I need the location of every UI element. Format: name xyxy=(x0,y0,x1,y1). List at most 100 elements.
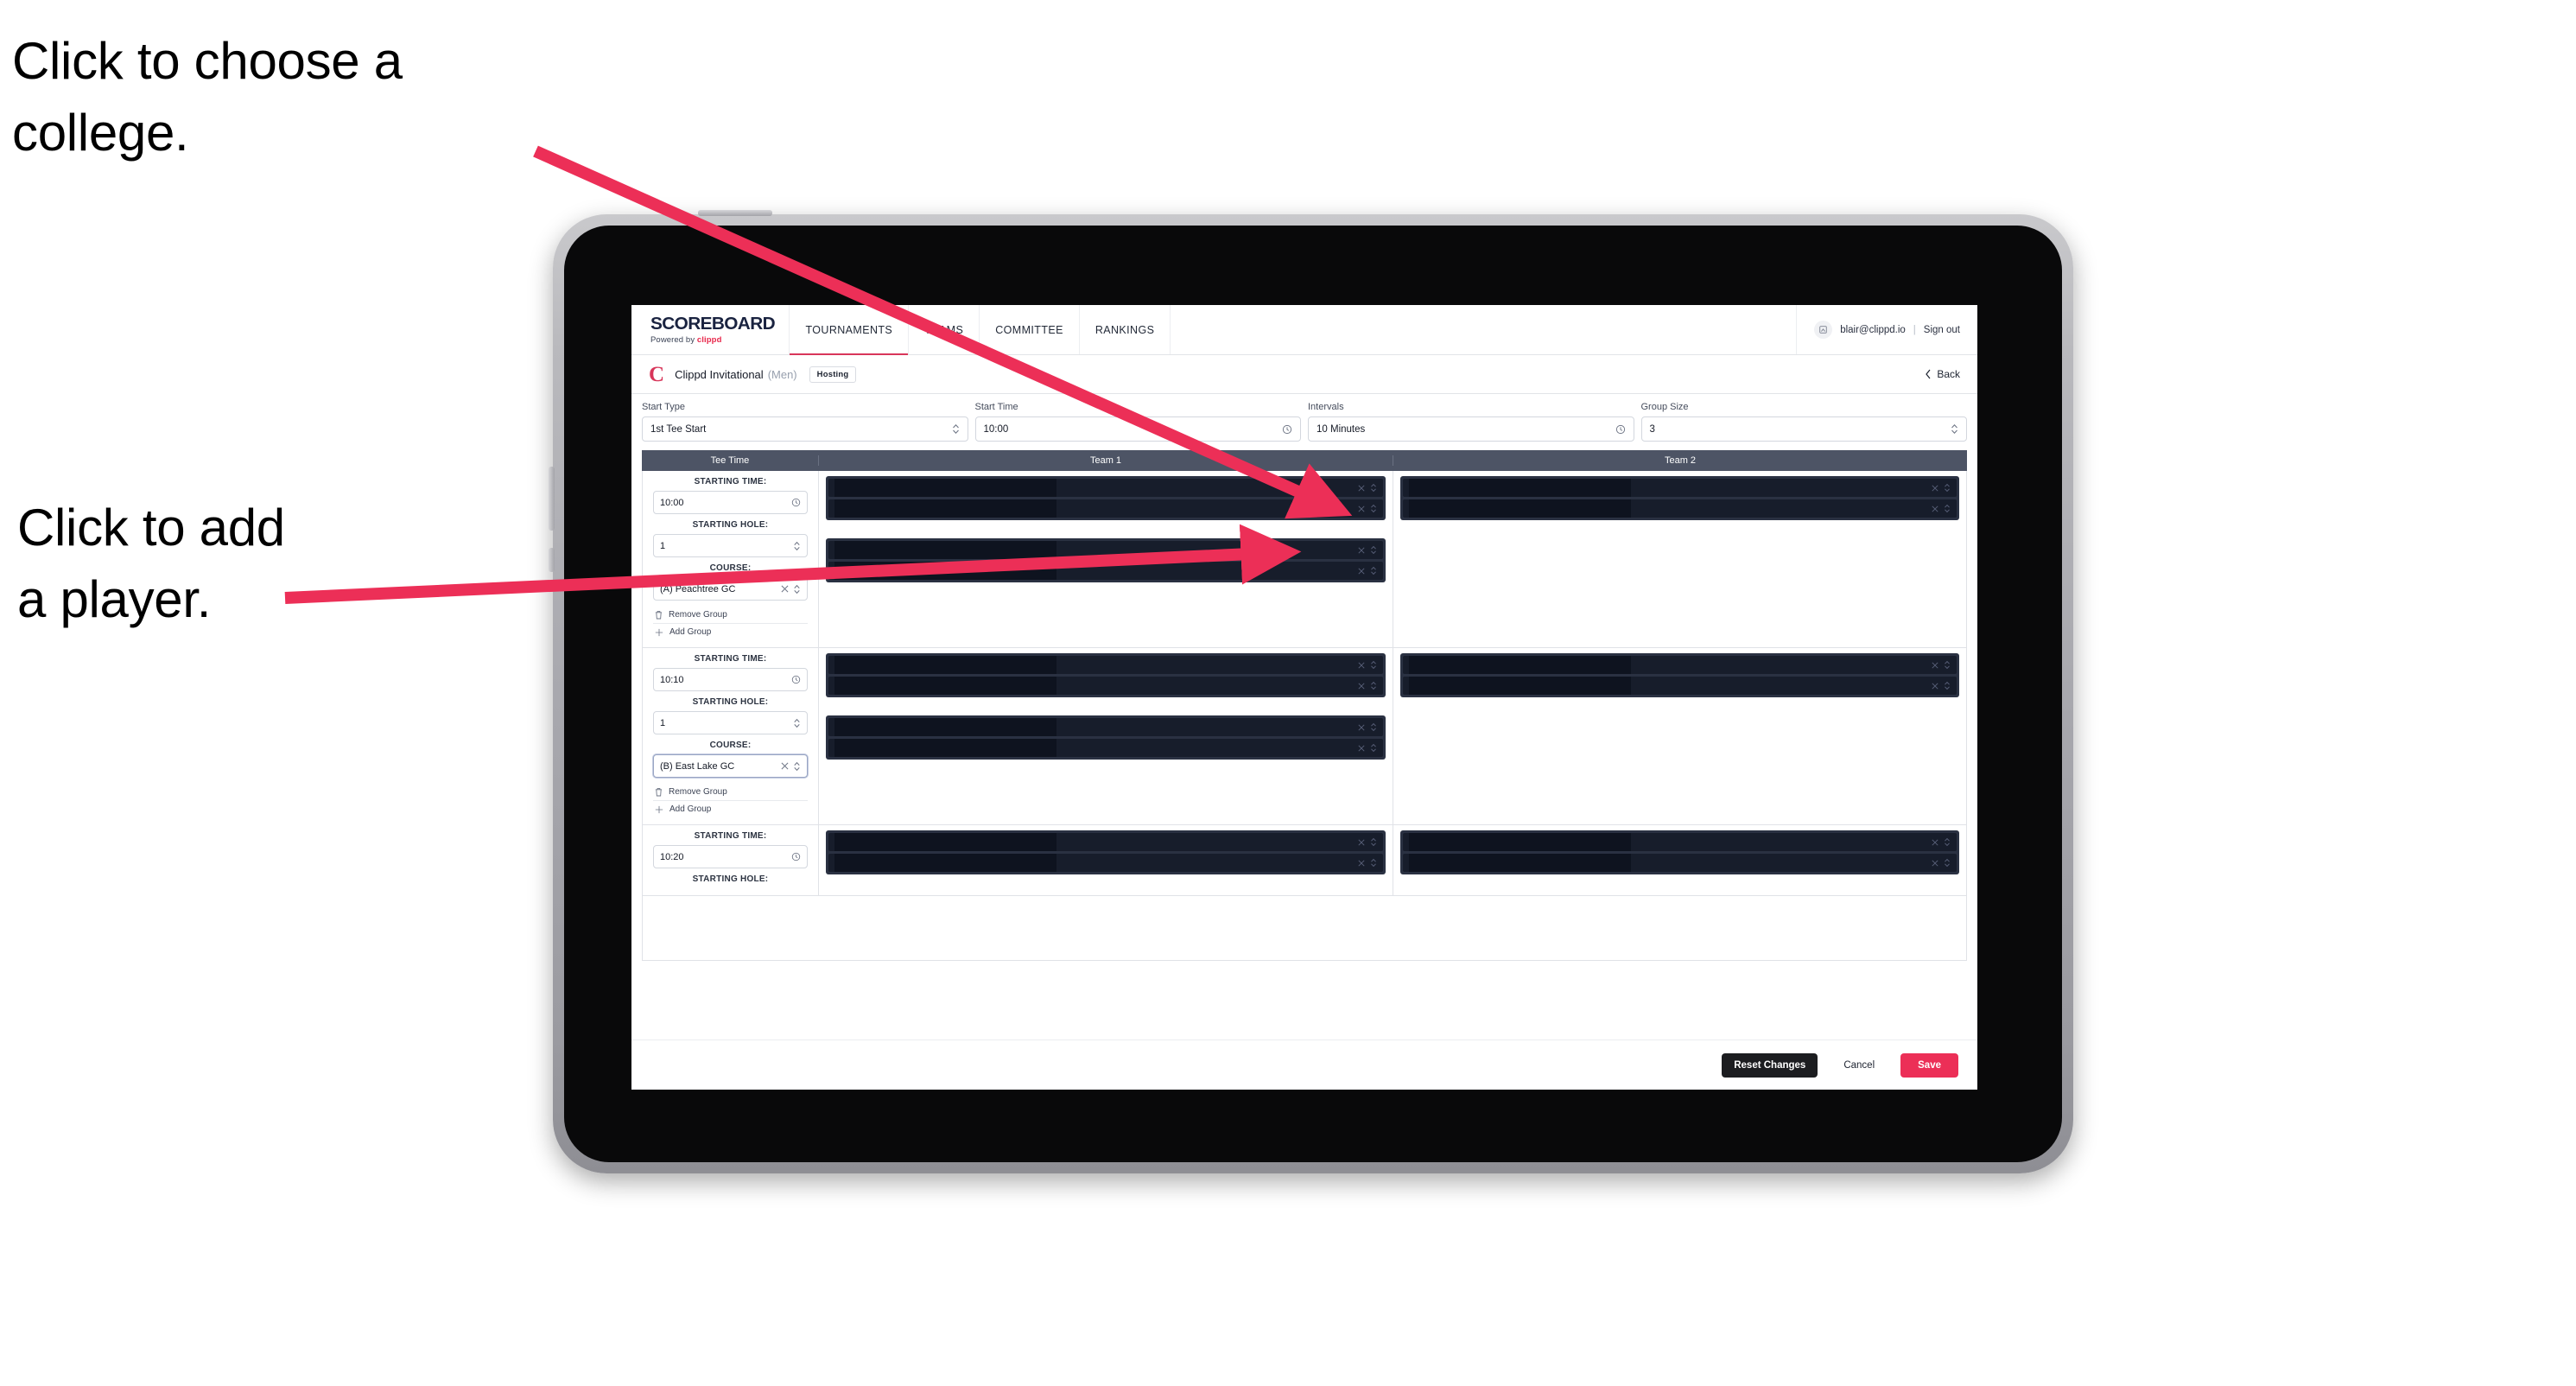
plus-icon xyxy=(655,628,663,637)
player-select-redacted[interactable] xyxy=(1402,854,1957,872)
player-select-redacted[interactable] xyxy=(1402,656,1957,674)
add-group-label: Add Group xyxy=(669,804,712,814)
slot-icons xyxy=(1932,837,1951,847)
remove-group-label: Remove Group xyxy=(669,610,727,620)
player-select-redacted[interactable] xyxy=(828,677,1383,695)
chevron-left-icon xyxy=(1926,369,1931,379)
remove-group-button[interactable]: Remove Group xyxy=(653,607,808,624)
table-row: STARTING TIME: 10:10 STARTING HOLE: 1 CO… xyxy=(643,648,1966,825)
slot-icons xyxy=(1932,660,1951,670)
clear-course-icon xyxy=(781,585,789,593)
stepper-icon xyxy=(1945,837,1950,847)
starting-hole-select[interactable]: 1 xyxy=(653,711,808,734)
add-group-button[interactable]: Add Group xyxy=(653,801,808,817)
nav-tab-teams[interactable]: TEAMS xyxy=(909,305,980,354)
stepper-icon[interactable] xyxy=(793,541,801,551)
scoreboard-app: SCOREBOARD Powered by clippd TOURNAMENTS… xyxy=(631,305,1977,1090)
slot-icons xyxy=(1932,483,1951,493)
stepper-icon xyxy=(1945,660,1950,670)
nav-tab-rankings[interactable]: RANKINGS xyxy=(1080,305,1171,354)
cancel-button[interactable]: Cancel xyxy=(1831,1053,1887,1078)
nav-tab-label: RANKINGS xyxy=(1094,323,1155,336)
starting-time-value: 10:20 xyxy=(660,851,684,862)
starting-hole-select[interactable]: 1 xyxy=(653,534,808,557)
group-size-select[interactable]: 3 xyxy=(1640,416,1967,442)
column-header-team-2: Team 2 xyxy=(1664,455,1697,466)
starting-time-label: STARTING TIME: xyxy=(694,477,767,486)
redacted-name-fill xyxy=(834,833,1057,851)
power-button[interactable] xyxy=(698,210,772,216)
start-time-input[interactable]: 10:00 xyxy=(974,416,1301,442)
annotation-choose-college: Click to choose a college. xyxy=(12,32,403,162)
clear-player-icon xyxy=(1357,661,1365,669)
starting-time-input[interactable]: 10:00 xyxy=(653,491,808,514)
tee-times-table-body[interactable]: STARTING TIME: 10:00 STARTING HOLE: 1 CO… xyxy=(642,471,1967,961)
brand-logo[interactable]: SCOREBOARD Powered by clippd xyxy=(631,305,790,354)
intervals-input[interactable]: 10 Minutes xyxy=(1308,416,1634,442)
slot-icons xyxy=(1357,566,1377,575)
starting-time-input[interactable]: 10:10 xyxy=(653,668,808,691)
tee-time-cell: STARTING TIME: 10:00 STARTING HOLE: 1 CO… xyxy=(643,471,819,647)
field-label: Group Size xyxy=(1640,402,1689,412)
player-select-redacted[interactable] xyxy=(828,656,1383,674)
tee-time-cell: STARTING TIME: 10:10 STARTING HOLE: 1 CO… xyxy=(643,648,819,824)
add-group-button[interactable]: Add Group xyxy=(653,624,808,640)
reset-changes-button[interactable]: Reset Changes xyxy=(1722,1052,1818,1078)
clear-player-icon xyxy=(1357,484,1365,492)
save-button[interactable]: Save xyxy=(1900,1052,1958,1078)
start-type-select[interactable]: 1st Tee Start xyxy=(642,416,968,442)
player-select-redacted[interactable] xyxy=(1402,479,1957,497)
clear-player-icon xyxy=(1357,682,1365,690)
course-select[interactable]: (B) East Lake GC xyxy=(653,754,808,778)
course-value: (A) Peachtree GC xyxy=(660,583,736,594)
stepper-icon[interactable] xyxy=(793,718,801,728)
stepper-icon[interactable] xyxy=(952,423,960,435)
back-button[interactable]: Back xyxy=(1925,368,1960,380)
volume-up-button[interactable] xyxy=(549,467,555,531)
player-select-redacted[interactable] xyxy=(1402,677,1957,695)
player-slot-block xyxy=(826,653,1386,697)
clear-player-icon xyxy=(1357,859,1365,867)
team-1-cell xyxy=(819,471,1393,647)
stepper-icon xyxy=(794,584,800,594)
stepper-icon xyxy=(1370,837,1376,847)
user-avatar-icon[interactable] xyxy=(1814,321,1833,339)
plus-icon xyxy=(655,805,663,814)
course-select[interactable]: (A) Peachtree GC xyxy=(653,577,808,601)
redacted-name-fill xyxy=(1408,656,1631,674)
player-slot-block xyxy=(826,715,1386,760)
clock-icon[interactable] xyxy=(791,498,801,507)
clock-icon[interactable] xyxy=(1282,424,1292,435)
stepper-icon xyxy=(1370,504,1376,513)
clock-icon[interactable] xyxy=(791,852,801,861)
player-select-redacted[interactable] xyxy=(828,562,1383,580)
redacted-name-fill xyxy=(1408,854,1631,872)
remove-group-button[interactable]: Remove Group xyxy=(653,784,808,801)
clear-player-icon xyxy=(1932,682,1938,690)
sign-out-link[interactable]: Sign out xyxy=(1924,325,1960,335)
slot-icons xyxy=(1357,483,1377,493)
clock-icon[interactable] xyxy=(1615,424,1626,435)
slot-icons xyxy=(1357,837,1377,847)
player-select-redacted[interactable] xyxy=(828,854,1383,872)
clear-player-icon xyxy=(1932,505,1938,512)
clock-icon[interactable] xyxy=(791,675,801,684)
player-select-redacted[interactable] xyxy=(828,739,1383,757)
player-select-redacted[interactable] xyxy=(1402,499,1957,518)
starting-time-value: 10:10 xyxy=(660,674,684,685)
player-select-redacted[interactable] xyxy=(828,479,1383,497)
nav-tab-committee[interactable]: COMMITTEE xyxy=(980,305,1080,354)
add-group-label: Add Group xyxy=(669,627,712,637)
player-select-redacted[interactable] xyxy=(1402,833,1957,851)
volume-down-button[interactable] xyxy=(549,548,555,572)
starting-time-value: 10:00 xyxy=(660,497,684,508)
tournament-gender: (Men) xyxy=(767,367,797,381)
player-select-redacted[interactable] xyxy=(828,718,1383,736)
stepper-icon[interactable] xyxy=(1951,423,1958,435)
clear-player-icon xyxy=(1932,859,1938,867)
player-select-redacted[interactable] xyxy=(828,541,1383,559)
player-select-redacted[interactable] xyxy=(828,499,1383,518)
starting-time-input[interactable]: 10:20 xyxy=(653,845,808,868)
nav-tab-tournaments[interactable]: TOURNAMENTS xyxy=(790,305,910,355)
player-select-redacted[interactable] xyxy=(828,833,1383,851)
